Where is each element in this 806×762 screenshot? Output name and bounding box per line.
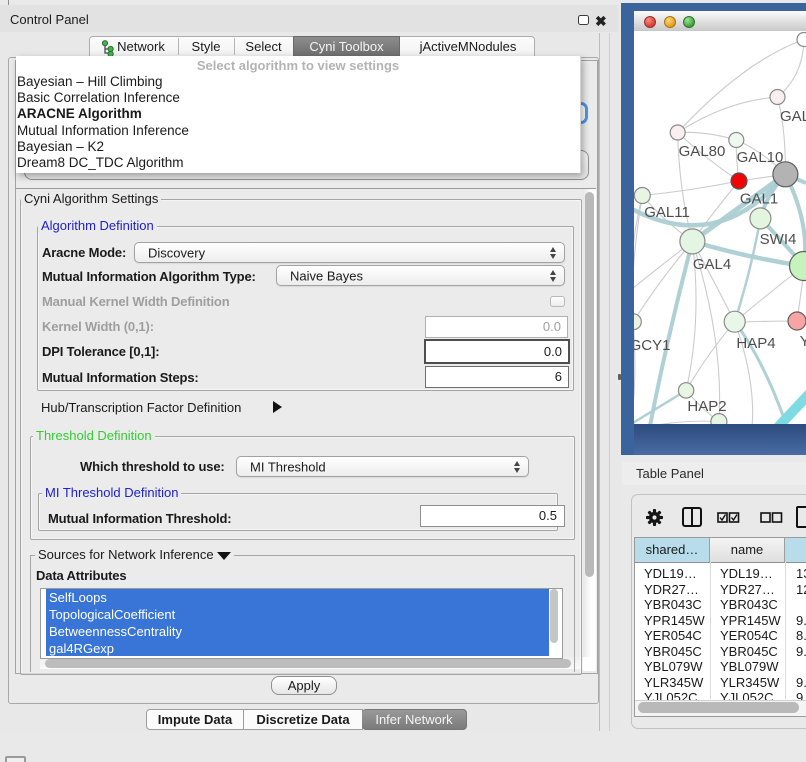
svg-text:YE: YE xyxy=(800,333,806,350)
svg-text:GAL80: GAL80 xyxy=(679,143,726,160)
svg-text:HAP4: HAP4 xyxy=(736,335,775,352)
svg-text:SWI4: SWI4 xyxy=(760,231,797,248)
svg-text:GAL2: GAL2 xyxy=(780,108,806,125)
svg-text:GAL10: GAL10 xyxy=(737,149,784,166)
svg-text:GCY1: GCY1 xyxy=(634,337,670,354)
svg-text:GAL11: GAL11 xyxy=(644,204,690,221)
svg-text:GAL1: GAL1 xyxy=(740,191,778,208)
svg-text:GAL4: GAL4 xyxy=(693,256,731,273)
svg-text:HAP2: HAP2 xyxy=(687,398,726,415)
